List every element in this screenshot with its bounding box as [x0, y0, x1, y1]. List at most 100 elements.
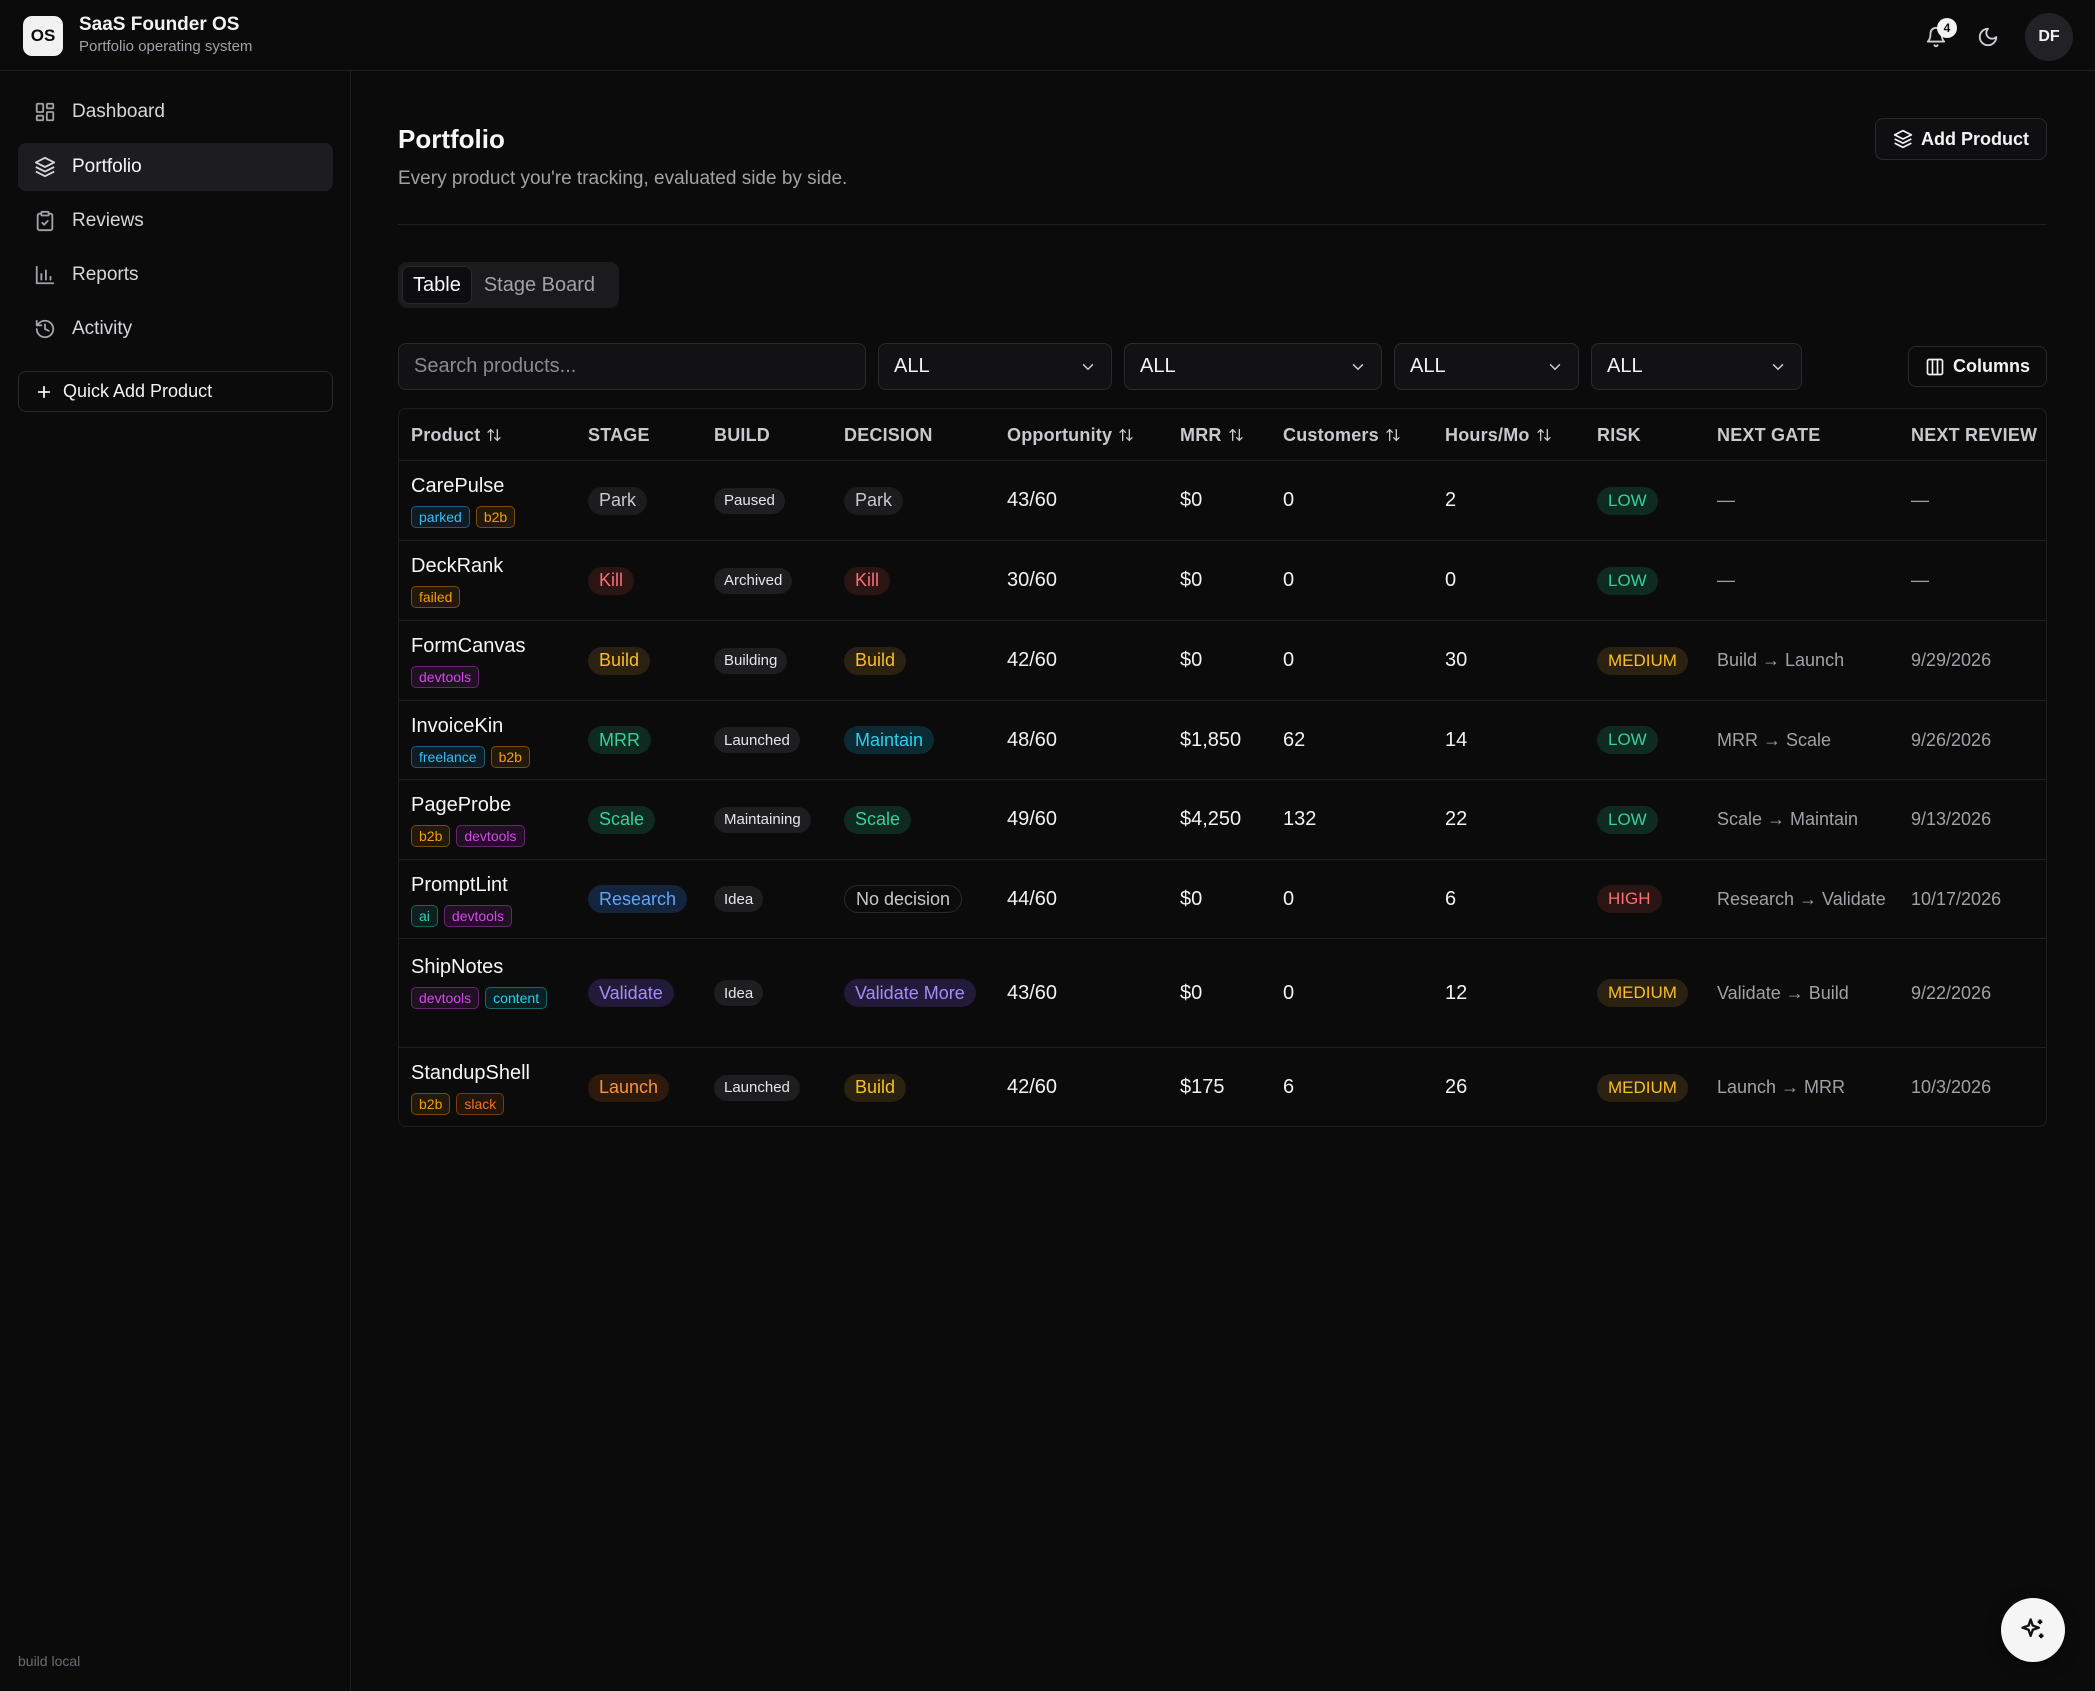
risk-cell: MEDIUM	[1597, 1048, 1688, 1126]
tab-stage-board[interactable]: Stage Board	[474, 266, 605, 304]
risk-badge: LOW	[1597, 726, 1658, 754]
decision-cell: Park	[844, 461, 904, 540]
columns-button[interactable]: Columns	[1908, 346, 2047, 387]
product-name[interactable]: CarePulse	[411, 475, 504, 498]
build-filter-select[interactable]: ALL	[1124, 343, 1382, 390]
build-badge: Launched	[714, 1074, 800, 1101]
stage-cell: Kill	[588, 541, 635, 620]
product-name[interactable]: StandupShell	[411, 1062, 530, 1085]
product-name[interactable]: PageProbe	[411, 794, 511, 817]
header-customers[interactable]: Customers	[1283, 409, 1401, 461]
tag-badge: parked	[411, 506, 470, 528]
sidebar-item-label: Dashboard	[72, 101, 165, 122]
sidebar-item-dashboard[interactable]: Dashboard	[18, 88, 333, 136]
header-product[interactable]: Product	[411, 409, 502, 461]
build-cell: Archived	[714, 541, 793, 620]
opportunity-cell: 44/60	[1007, 887, 1058, 910]
next-gate-cell: —	[1717, 570, 1735, 590]
build-cell: Maintaining	[714, 780, 811, 859]
stage-badge: MRR	[588, 726, 651, 754]
next-review-cell: —	[1911, 490, 1929, 510]
risk-badge: LOW	[1597, 486, 1658, 515]
table-row-standupshell[interactable]: StandupShell b2b slack Launch Launched Build 4…	[399, 1048, 2046, 1126]
build-badge: Archived	[714, 567, 793, 594]
next-review-cell: 9/26/2026	[1911, 729, 1992, 750]
ai-assistant-button[interactable]	[2001, 1598, 2065, 1662]
search-input[interactable]	[398, 343, 866, 390]
decision-cell: Build	[844, 1048, 907, 1126]
table-row-pageprobe[interactable]: PageProbe b2b devtools Scale Maintaining Scal…	[399, 780, 2046, 860]
next-review-cell: 9/13/2026	[1911, 809, 1992, 829]
sidebar-item-reviews[interactable]: Reviews	[18, 197, 333, 245]
header-label: RISK	[1597, 424, 1641, 445]
tag-badge: b2b	[475, 506, 516, 528]
decision-cell: Build	[844, 621, 907, 700]
mrr-cell: $0	[1180, 489, 1203, 511]
top-bar: OS SaaS Founder OS Portfolio operating s…	[0, 0, 2095, 71]
table-row-invoicekin[interactable]: InvoiceKin freelance b2b MRR Launched Maintai…	[399, 701, 2046, 780]
risk-cell: LOW	[1597, 780, 1658, 859]
product-name[interactable]: DeckRank	[411, 555, 503, 578]
next-review-cell: 10/17/2026	[1911, 888, 2002, 909]
risk-cell: MEDIUM	[1597, 939, 1688, 1047]
sidebar-item-activity[interactable]: Activity	[18, 305, 333, 353]
decision-cell: Maintain	[844, 701, 935, 779]
build-cell: Paused	[714, 461, 785, 540]
user-avatar[interactable]: DF	[2025, 13, 2073, 61]
build-badge: Paused	[714, 487, 785, 514]
tab-table[interactable]: Table	[402, 266, 472, 304]
product-name[interactable]: FormCanvas	[411, 635, 525, 658]
header-label: Hours/Mo	[1445, 424, 1530, 445]
next-review-cell: 9/29/2026	[1911, 650, 1992, 670]
header-label: Opportunity	[1007, 424, 1113, 445]
decision-filter-select[interactable]: ALL	[1394, 343, 1579, 390]
notifications-button[interactable]: 4	[1921, 18, 1957, 52]
opportunity-cell: 42/60	[1007, 1076, 1058, 1098]
mrr-cell: $1,850	[1180, 728, 1242, 751]
add-product-button[interactable]: Add Product	[1875, 118, 2047, 160]
opportunity-cell: 48/60	[1007, 728, 1058, 751]
hours-cell: 2	[1445, 489, 1457, 511]
tag-badge: devtools	[411, 666, 480, 688]
select-value: ALL	[894, 355, 930, 377]
sidebar-item-reports[interactable]: Reports	[18, 251, 333, 299]
header-mrr[interactable]: MRR	[1180, 409, 1244, 461]
app-logo[interactable]: OS	[23, 16, 63, 56]
header-next-review: NEXT REVIEW	[1911, 409, 2037, 461]
hours-cell: 22	[1445, 808, 1468, 830]
product-name[interactable]: PromptLint	[411, 874, 508, 897]
header-opportunity[interactable]: Opportunity	[1007, 409, 1134, 461]
product-tags: devtools	[411, 666, 561, 688]
tag-badge: failed	[411, 586, 461, 608]
plus-icon	[37, 385, 51, 398]
notification-count-badge: 4	[1937, 18, 1957, 38]
sidebar-item-label: Portfolio	[72, 156, 142, 177]
sidebar-item-portfolio[interactable]: Portfolio	[18, 143, 333, 191]
stage-filter-select[interactable]: ALL	[878, 343, 1112, 390]
risk-filter-select[interactable]: ALL	[1591, 343, 1802, 390]
table-row-promptlint[interactable]: PromptLint ai devtools Research Idea No decis…	[399, 860, 2046, 939]
table-row-formcanvas[interactable]: FormCanvas devtools Build Building Build 42/6…	[399, 621, 2046, 701]
customers-cell: 132	[1283, 808, 1317, 830]
history-icon	[35, 319, 55, 339]
build-cell: Idea	[714, 939, 764, 1047]
product-name[interactable]: ShipNotes	[411, 956, 503, 979]
select-value: ALL	[1140, 355, 1176, 377]
table-row-shipnotes[interactable]: ShipNotes devtools content Validate Idea Vali…	[399, 939, 2046, 1048]
risk-cell: MEDIUM	[1597, 621, 1688, 700]
tag-badge: slack	[456, 1093, 505, 1115]
product-name[interactable]: InvoiceKin	[411, 715, 503, 738]
tag-badge: b2b	[490, 746, 530, 768]
header-build: BUILD	[714, 409, 770, 461]
table-row-carepulse[interactable]: CarePulse parked b2b Park Paused Park 43/60 $0 0…	[399, 461, 2046, 541]
theme-toggle-button[interactable]	[1973, 22, 2003, 52]
decision-cell: Validate More	[844, 939, 976, 1047]
table-row-deckrank[interactable]: DeckRank failed Kill Archived Kill 30/60 $0 0 0 L…	[399, 541, 2046, 621]
header-decision: DECISION	[844, 409, 933, 461]
header-hours[interactable]: Hours/Mo	[1445, 409, 1552, 461]
next-gate-cell: Build → Launch	[1717, 650, 1845, 670]
portfolio-table: Product STAGE BUILD DECISION Opportunity…	[398, 408, 2047, 1127]
quick-add-product-button[interactable]: Quick Add Product	[18, 371, 333, 412]
page-subtitle: Every product you're tracking, evaluated…	[398, 168, 848, 189]
opportunity-cell: 43/60	[1007, 981, 1058, 1004]
